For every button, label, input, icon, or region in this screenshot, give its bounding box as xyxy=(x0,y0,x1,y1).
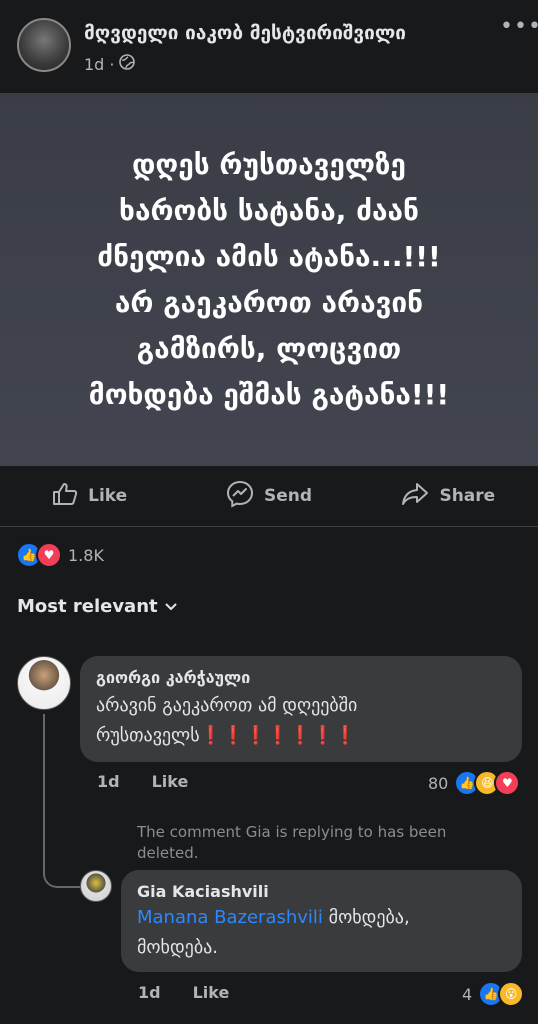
wow-reaction-icon: 😮 xyxy=(498,981,525,1007)
reply-avatar[interactable] xyxy=(80,870,112,902)
post-text-line: ძნელია ამის ატანა...!!! xyxy=(97,239,441,273)
share-label: Share xyxy=(439,486,496,506)
reaction-summary[interactable]: 👍 ♥ 1.8K xyxy=(16,542,104,568)
reply-time[interactable]: 1d xyxy=(138,983,161,1002)
reply-text-line: Manana Bazerashvili მოხდება, xyxy=(137,903,506,933)
reply-meta: 1d Like xyxy=(138,983,229,1002)
comment-bubble[interactable]: გიორგი კარჭაული არავინ გაეკაროთ ამ დღეებ… xyxy=(80,656,522,762)
send-label: Send xyxy=(263,486,313,506)
comment-author[interactable]: გიორგი კარჭაული xyxy=(96,668,506,687)
love-reaction-icon: ♥ xyxy=(36,542,62,568)
reply-like-button[interactable]: Like xyxy=(193,983,230,1002)
reply-reaction-count: 4 xyxy=(462,984,473,1004)
comment-like-button[interactable]: Like xyxy=(152,772,189,791)
post-banner: დღეს რუსთაველზე ხარობს სატანა, ძაან ძნელ… xyxy=(0,93,538,466)
reply-reactions[interactable]: 4 👍 😮 xyxy=(462,981,525,1007)
comment-time[interactable]: 1d xyxy=(97,772,120,791)
comment-text-line: არავინ გაეკაროთ ამ დღეებში xyxy=(96,695,358,716)
thumbs-up-icon xyxy=(52,482,78,511)
love-reaction-icon: ♥ xyxy=(494,770,521,796)
comment-text: არავინ გაეკაროთ ამ დღეებში რუსთაველს❗❗❗❗… xyxy=(96,691,506,751)
comment-meta: 1d Like xyxy=(97,772,188,791)
reply-author[interactable]: Gia Kaciashvili xyxy=(137,882,506,901)
post-text-line: გამზირს, ლოცვით xyxy=(136,331,402,365)
post-text-line: მოხდება ეშმას გატანა!!! xyxy=(88,377,450,411)
globe-icon xyxy=(119,54,136,74)
more-dots-icon[interactable]: ••• xyxy=(500,14,538,39)
messenger-icon xyxy=(226,480,254,513)
post-text-line: ხარობს სატანა, ძაან xyxy=(119,193,419,227)
chevron-down-icon xyxy=(164,596,178,617)
share-arrow-icon xyxy=(401,482,429,511)
post-action-bar: Like Send Share xyxy=(0,466,538,526)
post-text-line: არ გაეკაროთ არავინ xyxy=(114,285,424,319)
divider xyxy=(0,526,538,527)
mention-link[interactable]: Manana Bazerashvili xyxy=(137,907,323,928)
share-button[interactable]: Share xyxy=(359,482,538,511)
author-avatar[interactable] xyxy=(17,18,71,72)
comment-sort-dropdown[interactable]: Most relevant xyxy=(17,596,178,617)
commenter-avatar[interactable] xyxy=(17,656,71,710)
reply-text: Manana Bazerashvili მოხდება, მოხდება. xyxy=(137,903,506,963)
post-text-line: დღეს რუსთაველზე xyxy=(132,147,406,181)
sort-label: Most relevant xyxy=(17,596,158,617)
comment-reaction-count: 80 xyxy=(428,773,449,793)
comment-text-line: რუსთაველს❗❗❗❗❗❗❗ xyxy=(96,721,506,751)
like-label: Like xyxy=(88,486,128,506)
post-author[interactable]: მღვდელი იაკობ მესტვირიშვილი xyxy=(84,22,406,44)
reply-text-rest: მოხდება, xyxy=(322,907,410,928)
reply-text-line: მოხდება. xyxy=(137,937,218,958)
comment-reactions[interactable]: 80 👍 😆 ♥ xyxy=(428,770,521,796)
exclamation-marks: ❗❗❗❗❗❗❗ xyxy=(199,725,357,746)
comment-text-word: რუსთაველს xyxy=(96,725,200,746)
deleted-comment-notice: The comment Gia is replying to has been … xyxy=(137,823,447,862)
post-meta: 1d · xyxy=(84,54,136,74)
post-time[interactable]: 1d xyxy=(84,55,104,74)
reply-thread-line xyxy=(43,714,81,888)
send-button[interactable]: Send xyxy=(179,480,358,513)
reaction-count: 1.8K xyxy=(68,545,104,565)
like-button[interactable]: Like xyxy=(0,482,179,511)
post-text: დღეს რუსთაველზე ხარობს სატანა, ძაან ძნელ… xyxy=(19,142,519,418)
reply-bubble[interactable]: Gia Kaciashvili Manana Bazerashvili მოხდ… xyxy=(121,870,522,972)
